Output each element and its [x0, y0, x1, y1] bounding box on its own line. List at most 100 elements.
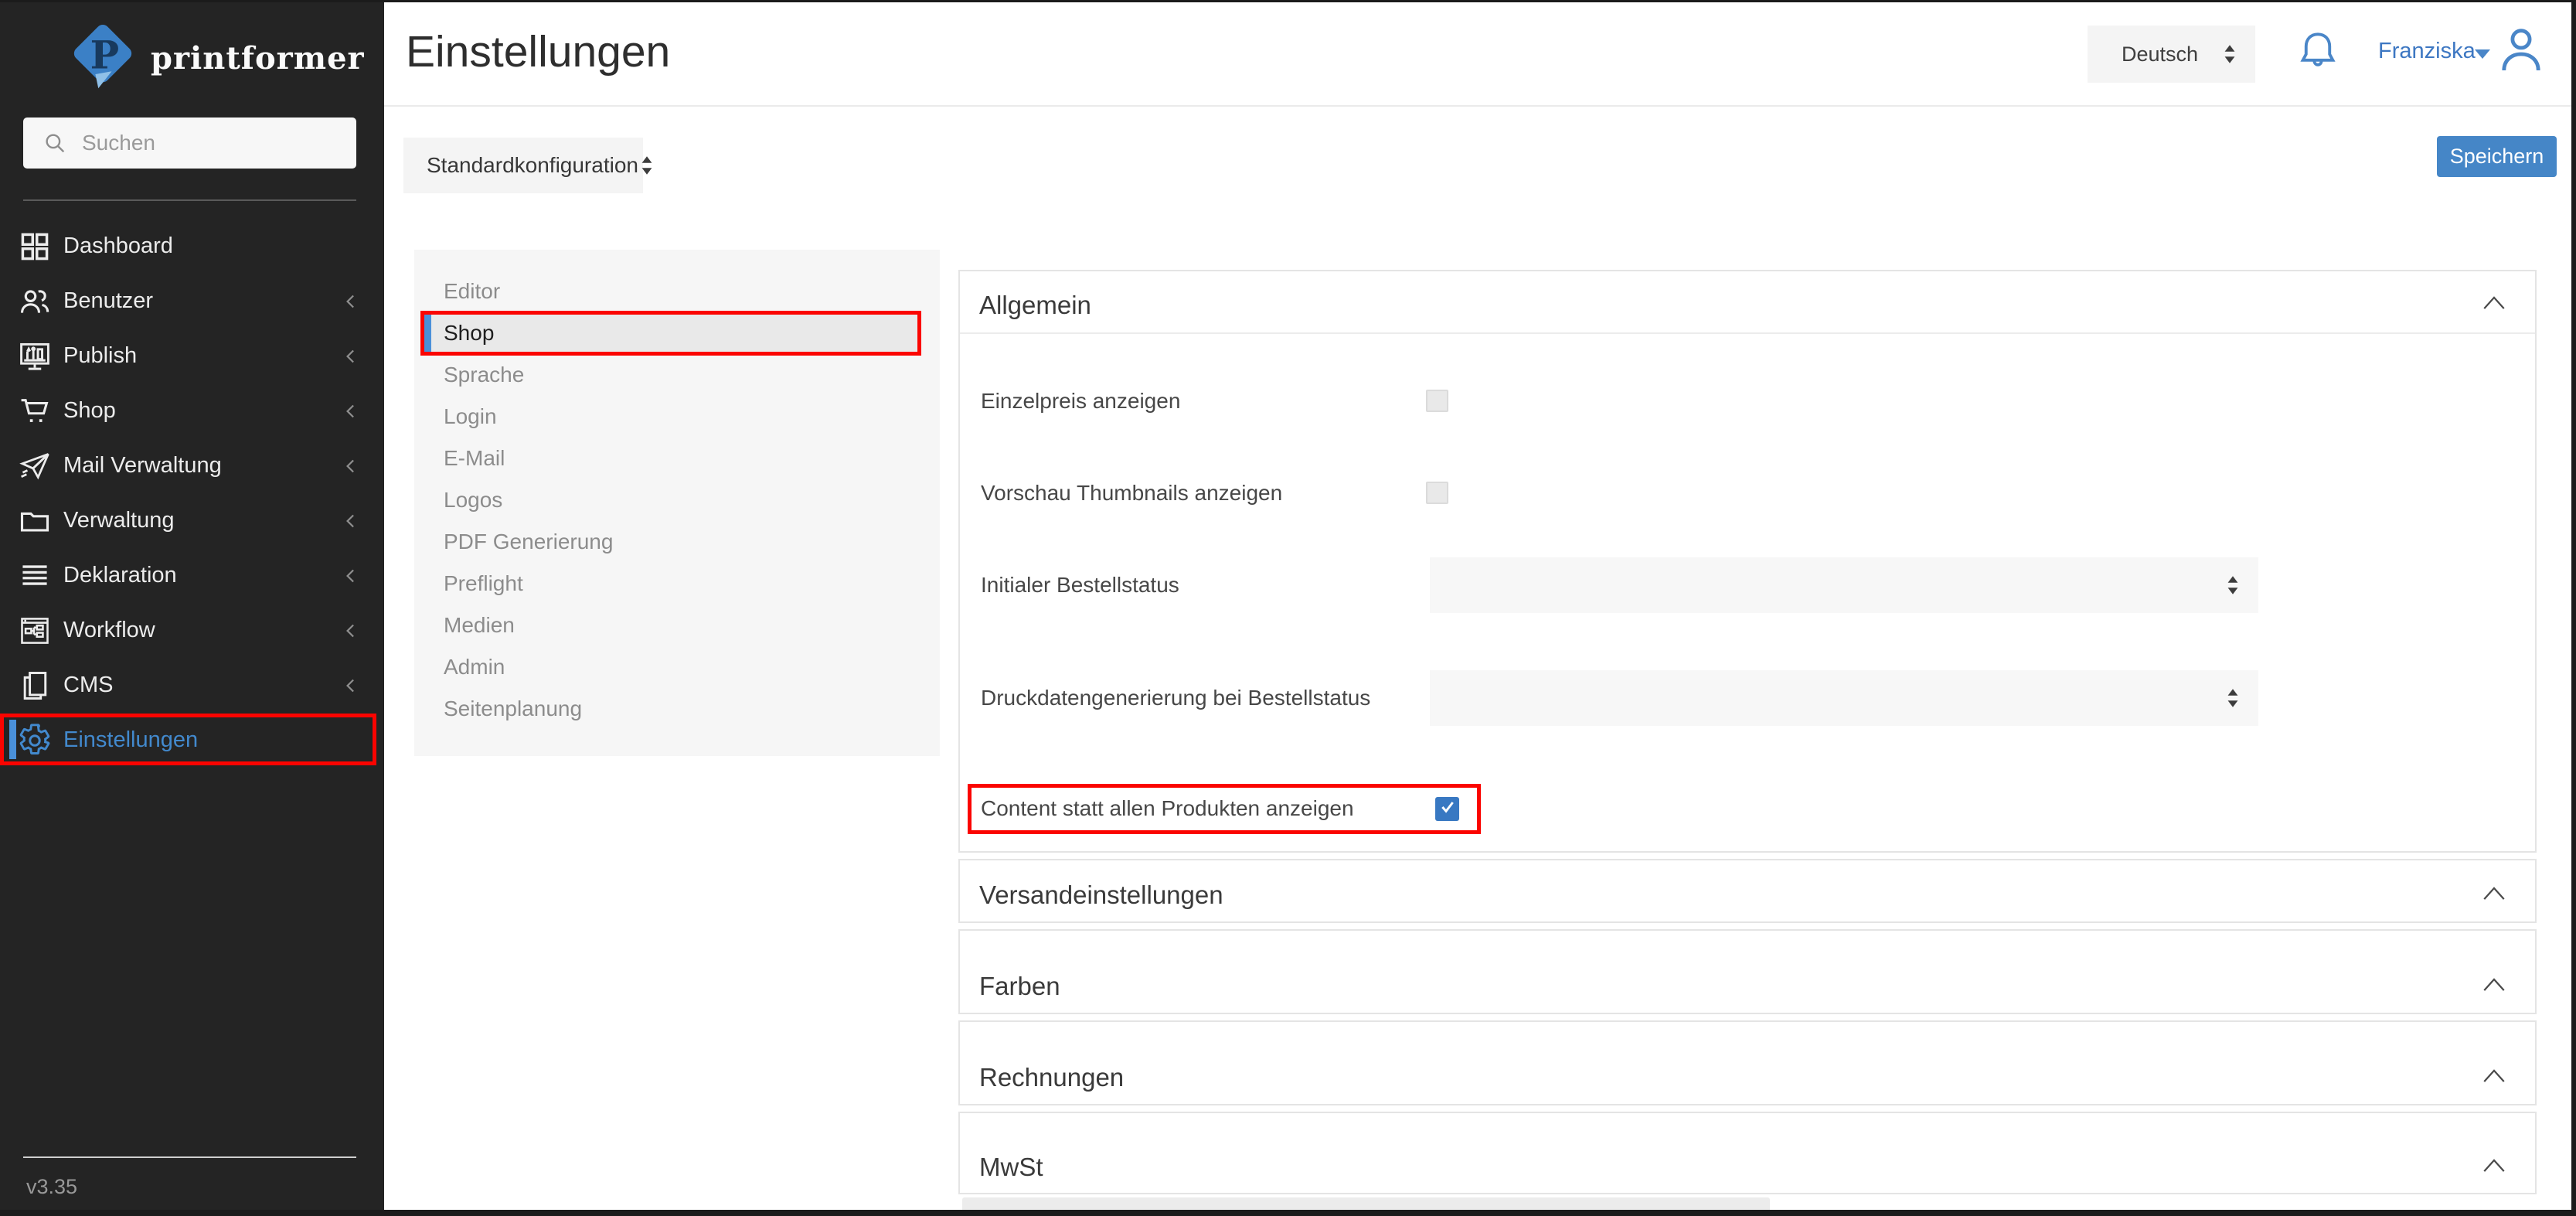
settings-nav-item-admin[interactable]: Admin: [414, 646, 940, 688]
settings-nav-item-label: Sprache: [444, 363, 524, 387]
settings-nav-item-label: Login: [444, 404, 497, 429]
einzelpreis-anzeigen-checkbox[interactable]: [1426, 390, 1448, 412]
section-title: Versandeinstellungen: [979, 880, 1223, 910]
collapse-chevron-up-icon[interactable]: [2481, 1156, 2507, 1176]
sidebar-item-dashboard[interactable]: Dashboard: [0, 219, 384, 274]
field-label: Druckdatengenerierung bei Bestellstatus: [981, 686, 1370, 710]
sidebar-item-mail-verwaltung[interactable]: Mail Verwaltung: [0, 438, 384, 493]
field-label: Vorschau Thumbnails anzeigen: [981, 481, 1282, 506]
druckdatengenerierung-bei-bestellstatus-select[interactable]: [1430, 670, 2258, 726]
vorschau-thumbnails-anzeigen-checkbox[interactable]: [1426, 482, 1448, 504]
settings-nav-item-pdf-generierung[interactable]: PDF Generierung: [414, 521, 940, 563]
settings-nav-item-seitenplanung[interactable]: Seitenplanung: [414, 688, 940, 730]
settings-nav-item-preflight[interactable]: Preflight: [414, 563, 940, 605]
select-arrows-icon: [2224, 686, 2241, 710]
sidebar-item-label: Mail Verwaltung: [63, 453, 339, 479]
sidebar-item-verwaltung[interactable]: Verwaltung: [0, 493, 384, 548]
sidebar-item-label: Workflow: [63, 618, 339, 643]
settings-nav: Editor Shop Sprache Login E-Mail Logos PDF Gen…: [414, 250, 940, 756]
pages-icon: [17, 668, 53, 703]
user-menu[interactable]: Franziska: [2378, 39, 2476, 64]
collapse-chevron-up-icon[interactable]: [2481, 884, 2507, 904]
settings-nav-item-label: PDF Generierung: [444, 530, 613, 554]
select-arrows-icon: [2224, 574, 2241, 597]
chevron-left-icon: [339, 564, 362, 588]
settings-nav-item-medien[interactable]: Medien: [414, 605, 940, 646]
language-select-value: Deutsch: [2122, 43, 2198, 66]
settings-nav-item-label: Logos: [444, 488, 502, 513]
sidebar-item-workflow[interactable]: Workflow: [0, 603, 384, 658]
collapse-chevron-up-icon[interactable]: [2481, 1066, 2507, 1086]
settings-nav-item-label: Preflight: [444, 571, 523, 596]
annotation-box: [0, 714, 376, 765]
lines-icon: [17, 558, 53, 594]
initialer-bestellstatus-select[interactable]: [1430, 557, 2258, 613]
folder-icon: [17, 503, 53, 539]
versandeinstellungen-section-card: Versandeinstellungen: [958, 859, 2537, 923]
chevron-left-icon: [339, 345, 362, 368]
settings-nav-item-editor[interactable]: Editor: [414, 271, 940, 312]
chevron-left-icon: [339, 400, 362, 423]
chevron-left-icon: [339, 455, 362, 478]
window-border: [0, 1210, 2576, 1216]
farben-section-card: Farben: [958, 929, 2537, 1014]
brand-name: printformer: [151, 40, 365, 77]
card-divider: [960, 332, 2535, 334]
allgemein-section-card: Allgemein Einzelpreis anzeigenVorschau T…: [958, 270, 2537, 853]
settings-nav-item-label: E-Mail: [444, 446, 505, 471]
sidebar-item-einstellungen[interactable]: Einstellungen: [0, 713, 384, 768]
search-placeholder: Suchen: [82, 131, 155, 155]
section-title: Farben: [979, 972, 1060, 1001]
cart-icon: [17, 393, 53, 429]
search-input[interactable]: Suchen: [23, 118, 356, 169]
settings-nav-item-label: Editor: [444, 279, 500, 304]
configuration-select-value: Standardkonfiguration: [427, 153, 638, 178]
sidebar-item-label: Shop: [63, 398, 339, 424]
sidebar-item-publish[interactable]: Publish: [0, 329, 384, 383]
language-select[interactable]: Deutsch: [2088, 26, 2255, 83]
sidebar-item-label: Benutzer: [63, 288, 339, 314]
page-title: Einstellungen: [406, 26, 670, 77]
sidebar-divider: [23, 199, 356, 201]
chevron-left-icon: [339, 619, 362, 642]
sidebar-item-cms[interactable]: CMS: [0, 658, 384, 713]
version-label: v3.35: [26, 1175, 77, 1199]
sidebar-item-benutzer[interactable]: Benutzer: [0, 274, 384, 329]
sidebar-item-shop[interactable]: Shop: [0, 383, 384, 438]
sidebar-item-label: Publish: [63, 343, 339, 369]
content-statt-allen-produkten-anzeigen-checkbox[interactable]: [1435, 797, 1459, 821]
workflow-icon: [17, 613, 53, 649]
settings-nav-item-label: Seitenplanung: [444, 697, 582, 721]
settings-nav-item-shop[interactable]: Shop: [414, 312, 940, 354]
paper-plane-icon: [17, 448, 53, 484]
settings-nav-item-e-mail[interactable]: E-Mail: [414, 438, 940, 479]
sidebar-footer-divider: [23, 1156, 356, 1158]
section-title: Allgemein: [979, 291, 1091, 320]
user-caret-down-icon[interactable]: [2473, 46, 2492, 62]
notifications-bell-icon[interactable]: [2294, 28, 2342, 76]
sidebar-item-label: Verwaltung: [63, 508, 339, 533]
section-title: MwSt: [979, 1153, 1043, 1182]
settings-nav-item-sprache[interactable]: Sprache: [414, 354, 940, 396]
configuration-select[interactable]: Standardkonfiguration: [403, 138, 643, 193]
brand-logo[interactable]: P printformer: [66, 22, 328, 95]
chevron-left-icon: [339, 674, 362, 697]
annotation-box: [420, 311, 921, 356]
settings-nav-item-label: Medien: [444, 613, 515, 638]
sidebar-item-label: Deklaration: [63, 563, 339, 588]
section-title: Rechnungen: [979, 1063, 1124, 1092]
sidebar-item-deklaration[interactable]: Deklaration: [0, 548, 384, 603]
chevron-left-icon: [339, 290, 362, 313]
collapse-chevron-up-icon[interactable]: [2481, 975, 2507, 995]
sidebar-item-label: CMS: [63, 673, 339, 698]
settings-nav-item-label: Admin: [444, 655, 505, 680]
settings-nav-item-login[interactable]: Login: [414, 396, 940, 438]
rechnungen-section-card: Rechnungen: [958, 1020, 2537, 1105]
field-label: Initialer Bestellstatus: [981, 573, 1179, 598]
collapse-chevron-up-icon[interactable]: [2481, 293, 2507, 313]
settings-nav-item-logos[interactable]: Logos: [414, 479, 940, 521]
user-avatar-icon[interactable]: [2493, 22, 2549, 77]
save-button[interactable]: Speichern: [2437, 136, 2557, 177]
window-border: [0, 0, 2576, 2]
printformer-logo-icon: P: [66, 19, 140, 97]
